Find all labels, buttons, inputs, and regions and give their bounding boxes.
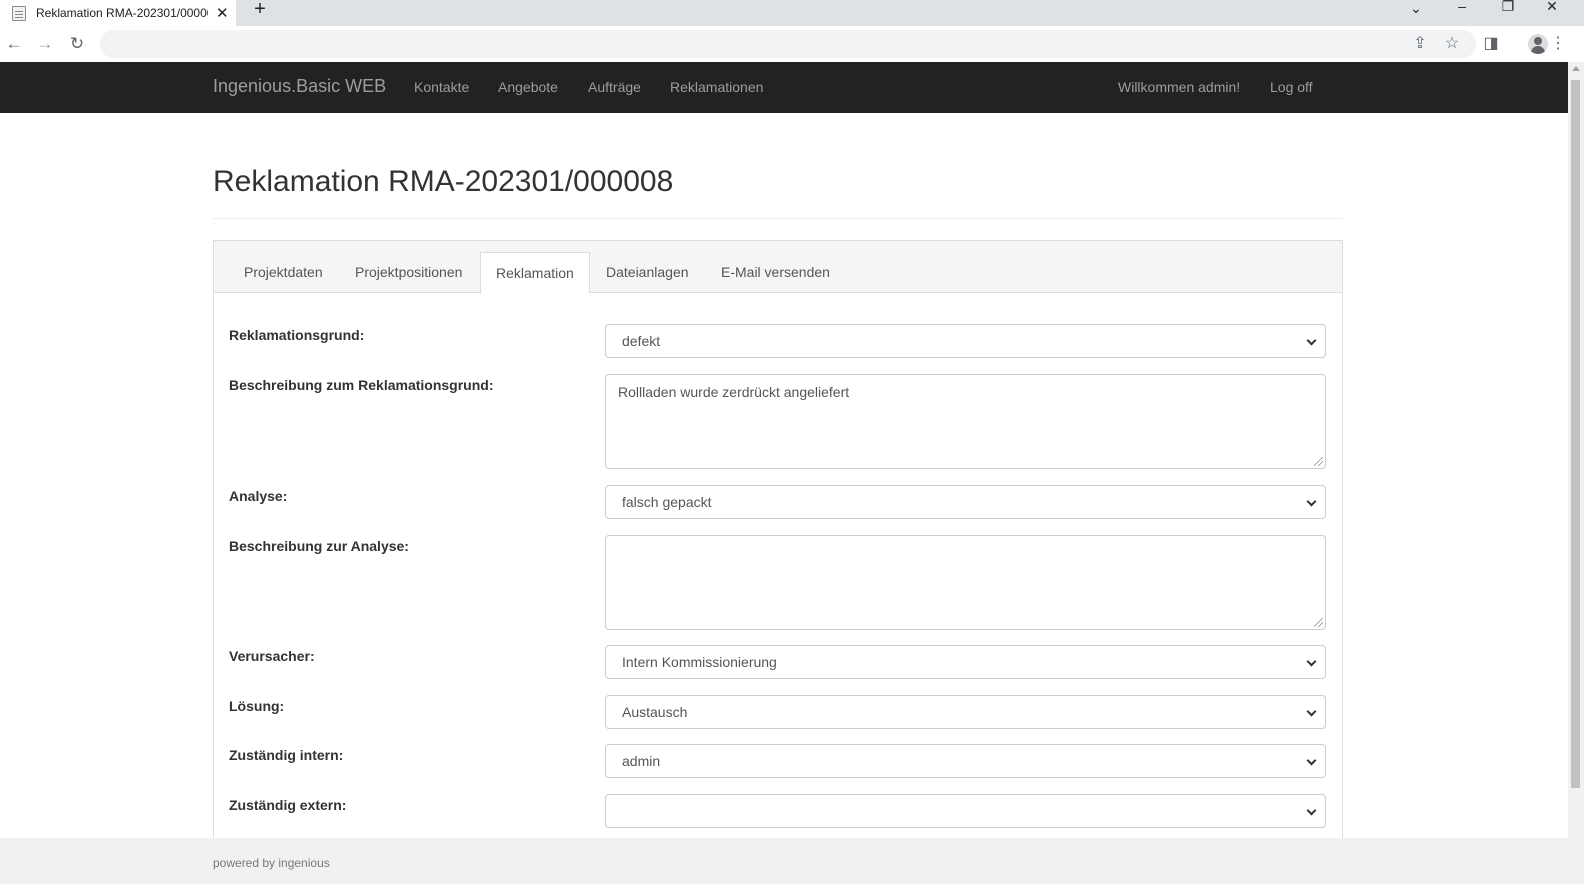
- brand-link[interactable]: Ingenious.Basic WEB: [213, 76, 386, 97]
- select-zustaendig-intern[interactable]: admin: [605, 744, 1326, 778]
- nav-link-auftraege[interactable]: Aufträge: [588, 79, 641, 95]
- title-divider: [213, 218, 1343, 219]
- scrollbar-thumb[interactable]: [1571, 80, 1580, 788]
- label-analyse: Analyse:: [229, 488, 288, 504]
- browser-tab[interactable]: Reklamation RMA-202301/00000 ✕: [0, 0, 236, 26]
- close-tab-icon[interactable]: ✕: [216, 6, 229, 21]
- label-reklamationsgrund: Reklamationsgrund:: [229, 327, 365, 343]
- share-icon[interactable]: ⇪: [1410, 34, 1430, 54]
- chevron-down-icon: [1306, 755, 1317, 766]
- select-zustaendig-extern[interactable]: [605, 794, 1326, 828]
- document-icon: [12, 5, 26, 21]
- nav-link-reklamationen[interactable]: Reklamationen: [670, 79, 763, 95]
- select-value: falsch gepackt: [622, 494, 712, 510]
- back-arrow-icon[interactable]: ←: [4, 34, 24, 54]
- textarea-value: Rollladen wurde zerdrückt angeliefert: [618, 384, 850, 400]
- nav-link-angebote[interactable]: Angebote: [498, 79, 558, 95]
- chevron-down-icon: [1306, 335, 1317, 346]
- restore-icon[interactable]: ❐: [1498, 0, 1518, 14]
- chevron-down-icon: [1306, 805, 1317, 816]
- textarea-beschreibung-grund[interactable]: Rollladen wurde zerdrückt angeliefert: [605, 374, 1326, 469]
- tab-projektpositionen[interactable]: Projektpositionen: [340, 252, 477, 293]
- browser-tabstrip: Reklamation RMA-202301/00000 ✕ + ⌄ – ❐ ✕: [0, 0, 1584, 26]
- select-loesung[interactable]: Austausch: [605, 695, 1326, 729]
- resize-grip-icon[interactable]: [1314, 457, 1323, 466]
- side-panel-icon[interactable]: ◨: [1481, 34, 1501, 54]
- label-zustaendig-intern: Zuständig intern:: [229, 747, 344, 763]
- select-value: admin: [622, 753, 661, 769]
- select-reklamationsgrund[interactable]: defekt: [605, 324, 1326, 358]
- chevron-down-icon: [1306, 656, 1317, 667]
- profile-avatar-icon[interactable]: [1528, 34, 1548, 54]
- address-bar[interactable]: [100, 30, 1476, 58]
- tab-dateianlagen[interactable]: Dateianlagen: [591, 252, 704, 293]
- minimize-icon[interactable]: –: [1452, 0, 1472, 14]
- tab-projektdaten[interactable]: Projektdaten: [229, 252, 338, 293]
- label-beschreibung-grund: Beschreibung zum Reklamationsgrund:: [229, 377, 494, 393]
- label-verursacher: Verursacher:: [229, 648, 315, 664]
- forward-arrow-icon[interactable]: →: [35, 34, 55, 54]
- welcome-link[interactable]: Willkommen admin!: [1118, 79, 1240, 95]
- footer-text: powered by ingenious: [213, 856, 330, 870]
- page-footer: powered by ingenious: [0, 838, 1568, 884]
- select-verursacher[interactable]: Intern Kommissionierung: [605, 645, 1326, 679]
- select-value: Intern Kommissionierung: [622, 654, 777, 670]
- page-title: Reklamation RMA-202301/000008: [213, 165, 674, 198]
- browser-toolbar: ← → ↻ ⇪ ☆ ◨ ⋮: [0, 26, 1584, 62]
- reload-icon[interactable]: ↻: [67, 34, 87, 54]
- chevron-down-icon: [1306, 706, 1317, 717]
- page-scrollbar[interactable]: [1568, 62, 1584, 884]
- nav-link-kontakte[interactable]: Kontakte: [414, 79, 469, 95]
- browser-tab-title: Reklamation RMA-202301/00000: [36, 6, 208, 20]
- label-zustaendig-extern: Zuständig extern:: [229, 797, 347, 813]
- kebab-menu-icon[interactable]: ⋮: [1550, 34, 1566, 54]
- window-close-icon[interactable]: ✕: [1542, 0, 1562, 14]
- logoff-link[interactable]: Log off: [1270, 79, 1313, 95]
- select-value: Austausch: [622, 704, 688, 720]
- new-tab-button[interactable]: +: [250, 0, 270, 20]
- chevron-down-icon: [1306, 496, 1317, 507]
- scroll-up-arrow-icon[interactable]: [1572, 66, 1580, 71]
- textarea-beschreibung-analyse[interactable]: [605, 535, 1326, 630]
- select-value: defekt: [622, 333, 661, 349]
- tab-list-icon[interactable]: ⌄: [1406, 1, 1426, 16]
- app-navbar: Ingenious.Basic WEB Kontakte Angebote Au…: [0, 62, 1568, 113]
- label-beschreibung-analyse: Beschreibung zur Analyse:: [229, 538, 409, 554]
- tab-reklamation[interactable]: Reklamation: [480, 252, 590, 294]
- tab-email-versenden[interactable]: E-Mail versenden: [706, 252, 845, 293]
- tabs-bar: Projektdaten Projektpositionen Reklamati…: [214, 241, 1342, 294]
- label-loesung: Lösung:: [229, 698, 285, 714]
- star-icon[interactable]: ☆: [1442, 34, 1462, 54]
- resize-grip-icon[interactable]: [1314, 618, 1323, 627]
- select-analyse[interactable]: falsch gepackt: [605, 485, 1326, 519]
